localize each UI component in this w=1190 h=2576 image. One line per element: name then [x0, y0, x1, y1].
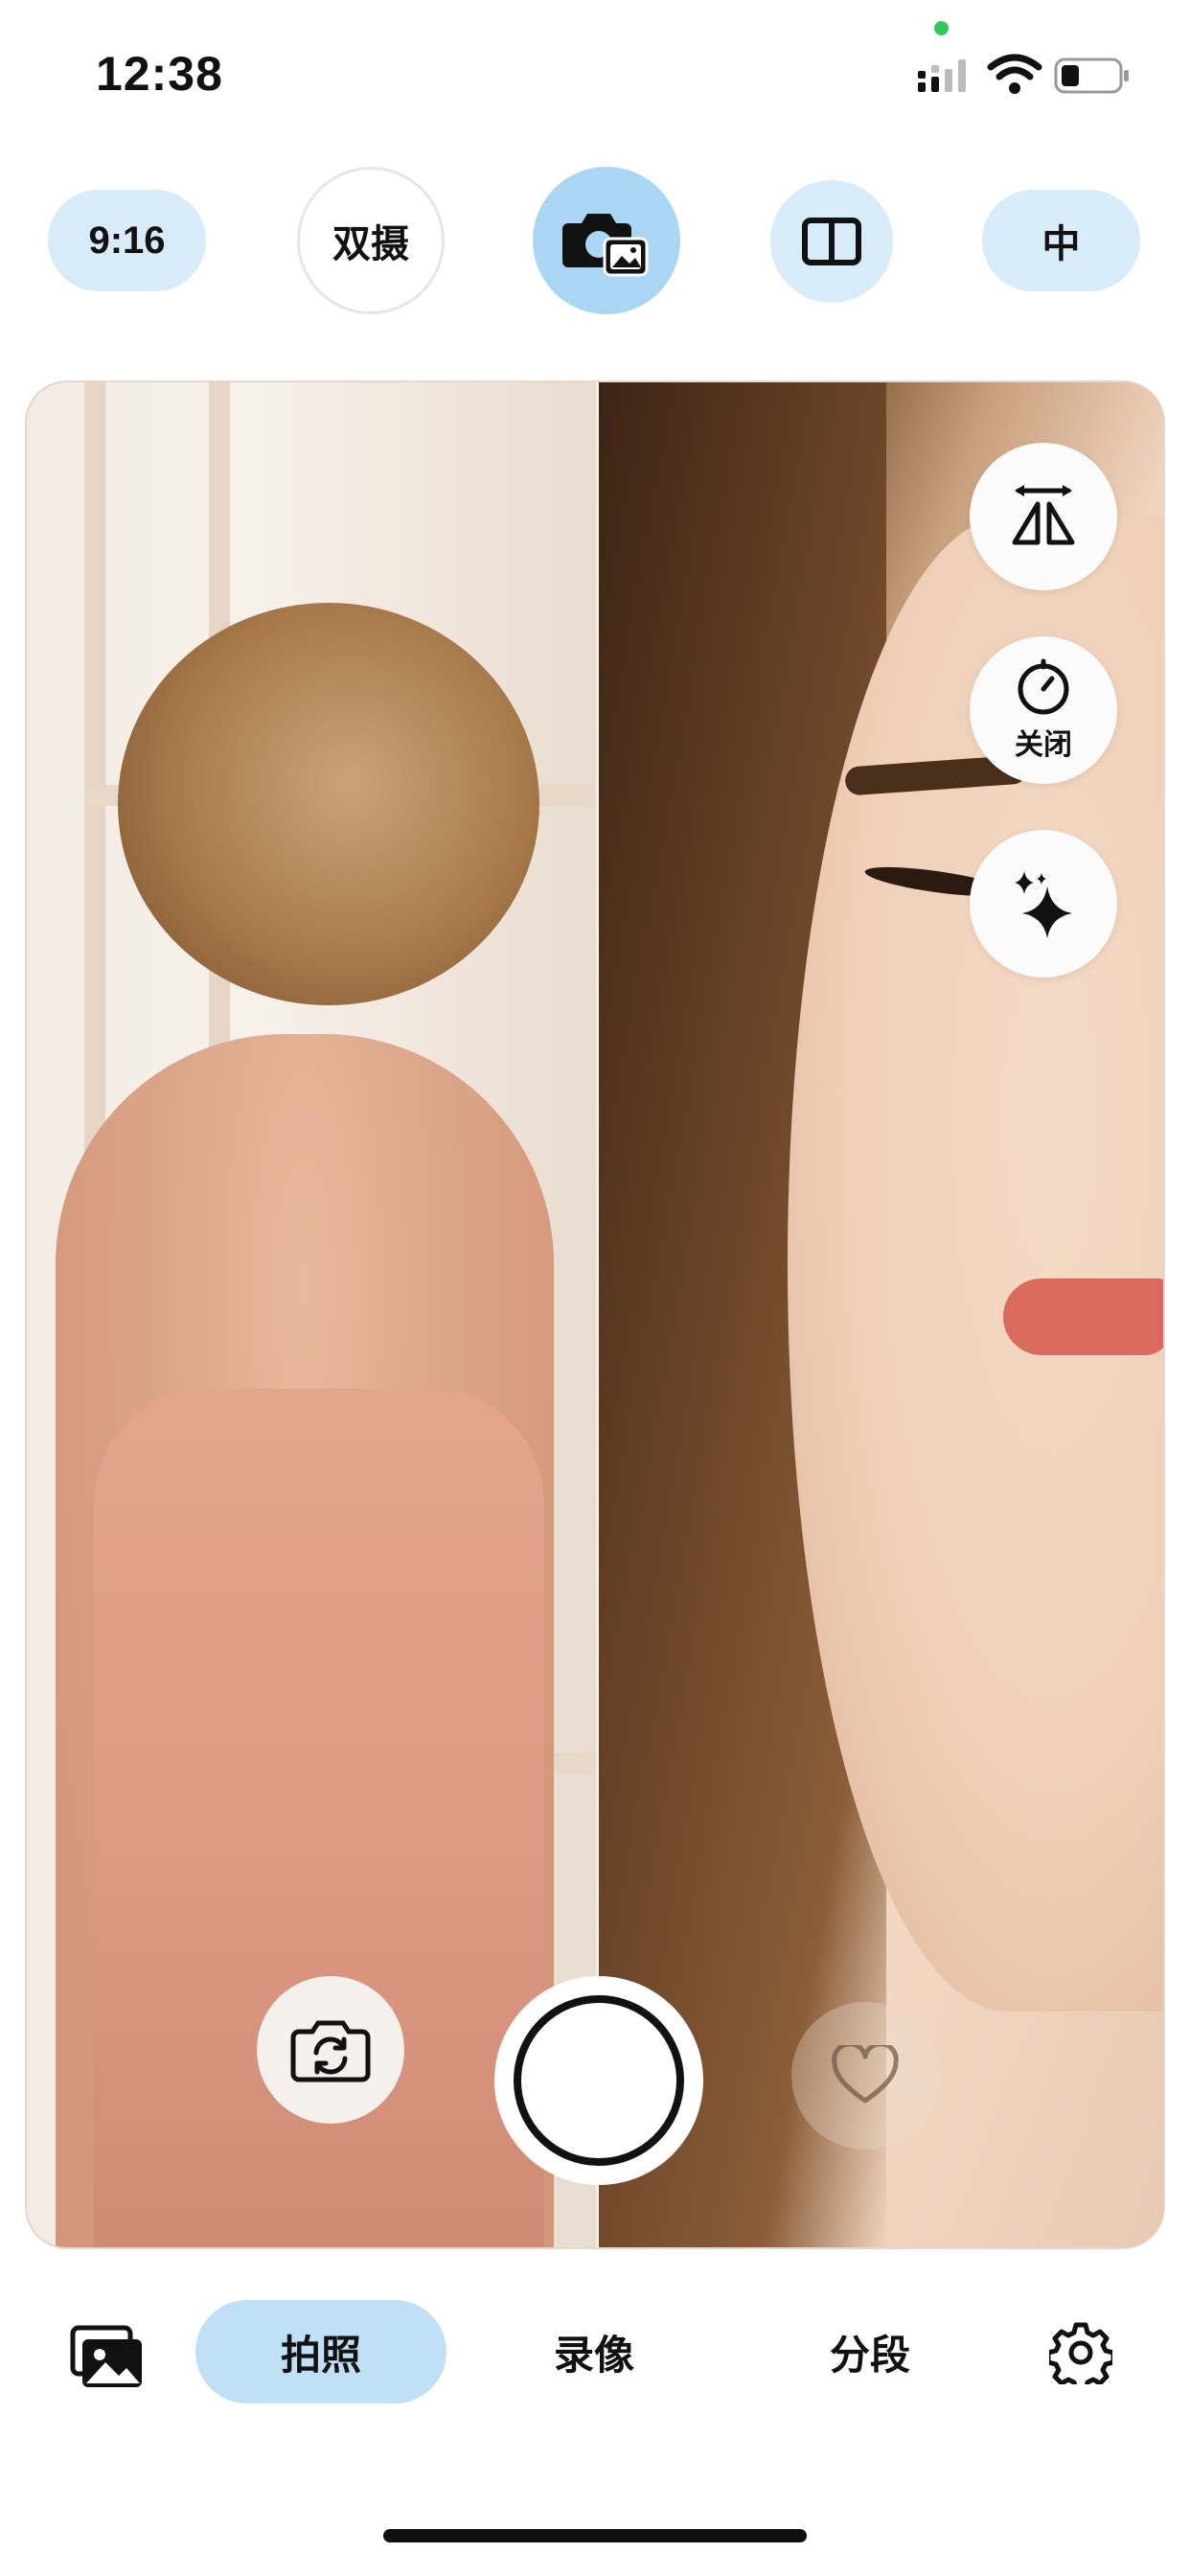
- subject-hair: [118, 603, 539, 1005]
- home-indicator[interactable]: [383, 2529, 807, 2542]
- status-time: 12:38: [96, 47, 223, 101]
- dual-camera-button[interactable]: 双摄: [297, 167, 445, 314]
- tab-segment[interactable]: 分段: [793, 2300, 947, 2404]
- battery-icon: [1054, 58, 1129, 94]
- mirror-flip-button[interactable]: [970, 443, 1117, 590]
- status-bar: 12:38: [0, 0, 1190, 144]
- privacy-indicator-dot: [934, 21, 949, 35]
- quality-button[interactable]: 中: [982, 190, 1140, 291]
- subject-lips: [1003, 1278, 1163, 1355]
- split-screen-button[interactable]: [770, 180, 893, 303]
- timer-button[interactable]: 关闭: [970, 636, 1117, 784]
- beauty-effects-button[interactable]: [970, 830, 1117, 978]
- tab-photo-label: 拍照: [280, 2332, 361, 2378]
- flip-camera-button[interactable]: [257, 1976, 404, 2124]
- flip-camera-icon: [290, 2020, 371, 2082]
- sparkle-icon: [1015, 871, 1072, 938]
- shutter-inner-ring: [514, 1995, 684, 2166]
- tab-segment-label: 分段: [829, 2332, 910, 2378]
- top-toolbar: 9:16 双摄 中: [0, 163, 1190, 316]
- gallery-icon[interactable]: [69, 2324, 146, 2391]
- tab-photo[interactable]: 拍照: [195, 2300, 446, 2404]
- timer-label: 关闭: [1015, 729, 1072, 761]
- left-camera-preview: [27, 382, 602, 2247]
- tab-video[interactable]: 录像: [517, 2300, 671, 2404]
- timer-icon: [1018, 658, 1069, 715]
- shutter-button[interactable]: [494, 1976, 703, 2185]
- bottom-mode-bar: 拍照 录像 分段: [0, 2290, 1190, 2425]
- mirror-flip-icon: [1012, 485, 1075, 545]
- wifi-icon: [987, 54, 1042, 94]
- camera-photo-icon: [562, 214, 649, 277]
- split-screen-icon: [802, 218, 861, 265]
- aspect-ratio-label: 9:16: [88, 218, 166, 262]
- photo-mode-button[interactable]: [533, 167, 680, 314]
- favorite-button[interactable]: [791, 2002, 939, 2150]
- quality-label: 中: [1041, 223, 1081, 265]
- camera-viewfinder[interactable]: 关闭: [25, 380, 1165, 2249]
- tab-video-label: 录像: [553, 2332, 634, 2378]
- heart-icon: [832, 2045, 899, 2104]
- gear-icon[interactable]: [1049, 2321, 1112, 2384]
- signal-icon: [918, 59, 966, 92]
- aspect-ratio-button[interactable]: 9:16: [48, 190, 206, 291]
- dual-camera-label: 双摄: [332, 223, 409, 265]
